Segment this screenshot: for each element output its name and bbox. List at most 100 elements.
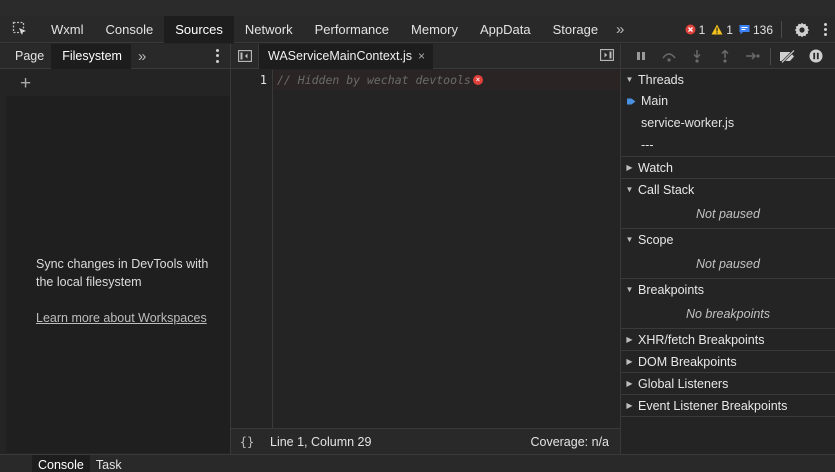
collapsed-triangle-icon: ▶ — [626, 379, 633, 388]
drawer-tab-console[interactable]: Console — [32, 455, 90, 472]
step-button[interactable] — [739, 44, 767, 69]
dom-breakpoints-section: ▶ DOM Breakpoints — [621, 351, 835, 373]
breakpoints-status: No breakpoints — [685, 307, 771, 321]
breakpoints-header[interactable]: ▼ Breakpoints — [621, 279, 835, 300]
step-out-button[interactable] — [711, 44, 739, 69]
learn-more-link[interactable]: Learn more about Workspaces — [36, 311, 207, 325]
message-counter[interactable]: 136 — [739, 23, 773, 37]
inspect-element-button[interactable] — [0, 16, 40, 43]
step-over-button[interactable] — [655, 44, 683, 69]
event-listener-breakpoints-title: Event Listener Breakpoints — [638, 398, 788, 413]
tab-console[interactable]: Console — [95, 16, 165, 43]
navigator-tabs: Page Filesystem » — [0, 43, 230, 69]
close-icon[interactable]: × — [418, 49, 425, 63]
customize-menu-button[interactable] — [815, 16, 835, 43]
file-tab-label: WAServiceMainContext.js — [268, 49, 413, 63]
gear-icon — [794, 22, 810, 37]
sync-message: Sync changes in DevTools with the local … — [36, 257, 209, 289]
file-tab[interactable]: WAServiceMainContext.js × — [259, 43, 434, 69]
dom-breakpoints-title: DOM Breakpoints — [638, 354, 737, 369]
tab-performance[interactable]: Performance — [304, 16, 400, 43]
toggle-navigator-button[interactable] — [231, 43, 259, 69]
editor-panel: WAServiceMainContext.js × 1 // Hidden by… — [231, 43, 621, 454]
more-tabs-icon[interactable]: » — [609, 16, 631, 43]
thread-placeholder[interactable]: --- — [621, 134, 835, 156]
navigator-menu-icon[interactable] — [212, 48, 222, 64]
toolbar-divider — [781, 21, 782, 38]
scope-section: ▼ Scope Not paused — [621, 229, 835, 279]
threads-header[interactable]: ▼ Threads — [621, 69, 835, 90]
event-listener-breakpoints-section: ▶ Event Listener Breakpoints — [621, 395, 835, 417]
line-number: 1 — [259, 73, 267, 87]
tab-storage[interactable]: Storage — [542, 16, 610, 43]
toggle-debugger-button[interactable] — [600, 49, 614, 61]
collapsed-triangle-icon: ▶ — [626, 401, 633, 410]
dom-breakpoints-header[interactable]: ▶ DOM Breakpoints — [621, 351, 835, 372]
step-into-icon — [693, 49, 701, 63]
xhr-breakpoints-header[interactable]: ▶ XHR/fetch Breakpoints — [621, 329, 835, 350]
tab-wxml[interactable]: Wxml — [40, 16, 95, 43]
tab-memory[interactable]: Memory — [400, 16, 469, 43]
xhr-breakpoints-title: XHR/fetch Breakpoints — [638, 332, 765, 347]
editor-status-bar: {} Line 1, Column 29 Coverage: n/a — [231, 428, 620, 454]
tab-filesystem[interactable]: Filesystem — [51, 43, 131, 69]
error-counter[interactable]: 1 — [685, 23, 705, 37]
threads-section: ▼ Threads Main service-worker.js --- — [621, 69, 835, 157]
expanded-triangle-icon: ▼ — [625, 185, 634, 194]
breakpoints-section: ▼ Breakpoints No breakpoints — [621, 279, 835, 329]
navigator-panel: Page Filesystem » + Sync changes in DevT… — [0, 43, 231, 454]
event-listener-breakpoints-header[interactable]: ▶ Event Listener Breakpoints — [621, 395, 835, 416]
add-folder-icon[interactable]: + — [20, 73, 31, 95]
coverage-status: Coverage: n/a — [530, 435, 609, 449]
editor-tabs: WAServiceMainContext.js × — [231, 43, 620, 69]
thread-label: service-worker.js — [641, 116, 735, 130]
settings-button[interactable] — [789, 16, 815, 43]
pause-icon — [637, 52, 645, 60]
tab-network[interactable]: Network — [234, 16, 304, 43]
deactivate-breakpoints-icon — [780, 49, 795, 63]
message-icon — [739, 25, 750, 35]
expanded-triangle-icon: ▼ — [625, 75, 634, 84]
inspect-cursor-icon — [12, 21, 26, 35]
debugger-sidebar: ▼ Threads Main service-worker.js --- ▶ W… — [621, 44, 835, 454]
status-counters: 1 1 136 — [685, 16, 835, 43]
warning-counter[interactable]: 1 — [711, 23, 733, 37]
call-stack-title: Call Stack — [638, 182, 695, 197]
pause-button[interactable] — [627, 44, 655, 69]
code-comment: // Hidden by wechat devtools — [277, 73, 471, 87]
tab-sources[interactable]: Sources — [164, 15, 234, 43]
tab-appdata[interactable]: AppData — [469, 16, 542, 43]
drawer-tab-task[interactable]: Task — [90, 455, 128, 472]
call-stack-header[interactable]: ▼ Call Stack — [621, 179, 835, 200]
warning-count: 1 — [726, 22, 733, 37]
code-line[interactable]: // Hidden by wechat devtools × — [277, 73, 483, 87]
watch-section: ▶ Watch — [621, 157, 835, 179]
step-into-button[interactable] — [683, 44, 711, 69]
watch-header[interactable]: ▶ Watch — [621, 157, 835, 178]
watch-title: Watch — [638, 160, 673, 175]
collapsed-triangle-icon: ▶ — [626, 335, 633, 344]
pause-on-exceptions-button[interactable] — [802, 44, 830, 69]
global-listeners-header[interactable]: ▶ Global Listeners — [621, 373, 835, 394]
thread-label: --- — [641, 138, 654, 152]
current-thread-arrow-icon — [621, 97, 641, 106]
collapsed-triangle-icon: ▶ — [626, 357, 633, 366]
error-marker-icon[interactable]: × — [472, 75, 483, 85]
thread-label: Main — [641, 94, 669, 108]
scope-status: Not paused — [696, 257, 760, 271]
pretty-print-icon[interactable]: {} — [231, 435, 263, 449]
breakpoints-title: Breakpoints — [638, 282, 705, 297]
message-count: 136 — [752, 22, 773, 37]
scope-header[interactable]: ▼ Scope — [621, 229, 835, 250]
pause-on-exceptions-icon — [809, 49, 823, 63]
threads-title: Threads — [638, 72, 684, 87]
step-over-icon — [662, 53, 676, 62]
deactivate-breakpoints-button[interactable] — [774, 44, 802, 69]
more-navigator-tabs-icon[interactable]: » — [131, 44, 153, 69]
tab-page[interactable]: Page — [0, 44, 51, 69]
global-listeners-title: Global Listeners — [638, 376, 729, 391]
thread-main[interactable]: Main — [621, 90, 835, 112]
xhr-breakpoints-section: ▶ XHR/fetch Breakpoints — [621, 329, 835, 351]
error-icon — [685, 24, 696, 35]
thread-service-worker[interactable]: service-worker.js — [621, 112, 835, 134]
